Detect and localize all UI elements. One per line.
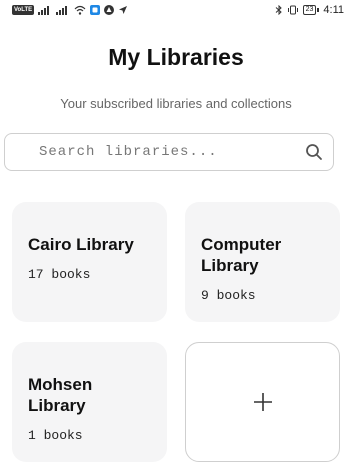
status-time: 4:11 xyxy=(323,4,344,16)
location-arrow-icon xyxy=(119,6,128,14)
vibrate-icon xyxy=(287,5,298,15)
status-bar-right: 23 4:11 xyxy=(275,4,344,16)
bluetooth-icon xyxy=(275,5,282,15)
library-card-cairo[interactable]: Cairo Library 17 books xyxy=(12,202,167,322)
signal-icon xyxy=(38,6,50,15)
plus-icon xyxy=(253,393,272,411)
library-card-mohsen[interactable]: Mohsen Library 1 books xyxy=(12,342,167,462)
alert-notification-icon xyxy=(104,5,115,15)
battery-level: 23 xyxy=(302,5,317,15)
library-name: Cairo Library xyxy=(28,235,134,254)
library-name: Computer Library xyxy=(201,235,282,275)
wifi-icon xyxy=(74,5,86,15)
page-title: My Libraries xyxy=(108,44,244,70)
library-book-count: 9 books xyxy=(201,288,256,303)
signal-icon-2 xyxy=(56,6,68,15)
library-book-count: 1 books xyxy=(28,428,83,443)
status-bar-left: VoLTE xyxy=(12,5,128,15)
status-bar: VoLTE 23 4:11 xyxy=(0,0,352,20)
search-input[interactable] xyxy=(37,143,305,161)
volte-badge: VoLTE xyxy=(12,5,35,15)
add-library-button[interactable] xyxy=(185,342,340,462)
library-book-count: 17 books xyxy=(28,267,91,282)
library-name: Mohsen Library xyxy=(28,375,93,415)
battery-icon: 23 xyxy=(302,5,320,15)
app-notification-icon xyxy=(90,5,101,15)
search-bar[interactable] xyxy=(4,133,334,171)
search-icon[interactable] xyxy=(305,143,323,161)
page-subtitle: Your subscribed libraries and collection… xyxy=(60,96,292,111)
library-card-computer[interactable]: Computer Library 9 books xyxy=(185,202,340,322)
